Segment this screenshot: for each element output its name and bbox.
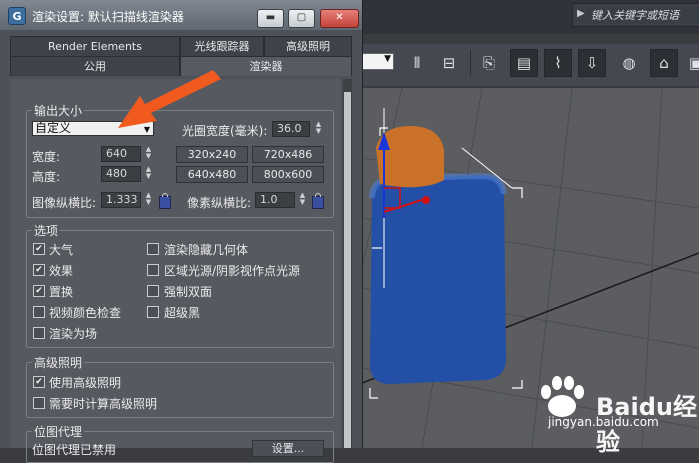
- displacement-label: 置换: [49, 285, 74, 299]
- effects-label: 效果: [49, 264, 74, 278]
- width-label: 宽度:: [32, 150, 61, 164]
- render-to-fields-label: 渲染为场: [49, 327, 98, 341]
- height-spinner[interactable]: ▲ ▼: [144, 166, 153, 182]
- height-field[interactable]: 480: [101, 166, 141, 182]
- options-title: 选项: [32, 222, 61, 239]
- super-black-label: 超级黑: [164, 306, 201, 320]
- bitmap-proxy-settings-button[interactable]: 设置...: [252, 440, 324, 457]
- tab-render-elements[interactable]: Render Elements: [10, 36, 180, 56]
- orange-teapot-object: [376, 126, 444, 188]
- mirror-icon[interactable]: ⫴: [404, 50, 430, 76]
- pixel-aspect-field[interactable]: 1.0: [255, 192, 295, 208]
- output-size-preset-dropdown[interactable]: 自定义 ▼: [32, 121, 154, 136]
- video-color-check-label: 视频颜色检查: [49, 306, 122, 320]
- pixel-aspect-label: 像素纵横比:: [187, 196, 252, 210]
- bitmap-proxy-title: 位图代理: [32, 423, 85, 440]
- advanced-lighting-title: 高级照明: [32, 354, 85, 371]
- pixel-lock-icon[interactable]: [312, 193, 324, 209]
- checkbox-atmospherics[interactable]: ✔: [33, 243, 45, 255]
- schematic-view-icon[interactable]: ⇩: [578, 49, 606, 77]
- checkbox-super-black[interactable]: [147, 306, 159, 318]
- scene-explorer-icon[interactable]: ▤: [510, 49, 538, 77]
- close-button[interactable]: ✕: [320, 9, 359, 28]
- compute-when-required-label: 需要时计算高级照明: [49, 397, 158, 411]
- search-input[interactable]: 键入关键字或短语: [591, 7, 679, 23]
- checkbox-render-to-fields[interactable]: [33, 327, 45, 339]
- toolbar-separator: [470, 50, 471, 76]
- search-expand-icon[interactable]: ▶: [577, 8, 585, 19]
- render-setup-icon[interactable]: ⌂: [650, 49, 678, 77]
- curve-editor-icon[interactable]: ⌇: [544, 49, 572, 77]
- tab-raytracer[interactable]: 光线跟踪器: [180, 36, 264, 56]
- width-spinner[interactable]: ▲ ▼: [144, 146, 153, 162]
- tab-renderer[interactable]: 渲染器: [180, 56, 352, 76]
- preset-button-320x240[interactable]: 320x240: [176, 146, 248, 163]
- layer-manager-icon[interactable]: ⎘: [476, 50, 502, 76]
- checkbox-area-lights-as-points[interactable]: [147, 264, 159, 276]
- tab-row-lower: 公用 渲染器: [10, 56, 352, 76]
- checkbox-render-hidden-geometry[interactable]: [147, 243, 159, 255]
- aperture-spinner[interactable]: ▲ ▼: [314, 121, 323, 137]
- material-editor-icon[interactable]: ◍: [616, 50, 642, 76]
- image-aspect-field[interactable]: 1.333: [101, 192, 141, 208]
- chevron-down-icon: ▼: [143, 125, 150, 134]
- checkbox-force-2-sided[interactable]: [147, 285, 159, 297]
- preset-button-800x600[interactable]: 800x600: [252, 166, 324, 183]
- x-axis-gizmo-icon: [422, 196, 430, 204]
- align-icon[interactable]: ⊟: [436, 50, 462, 76]
- force-2-sided-label: 强制双面: [164, 285, 213, 299]
- maximize-button[interactable]: ▢: [288, 9, 315, 28]
- watermark-url: jingyan.baidu.com: [548, 415, 659, 429]
- tab-advanced-lighting[interactable]: 高级照明: [264, 36, 352, 56]
- preset-button-720x486[interactable]: 720x486: [252, 146, 324, 163]
- render-frame-icon[interactable]: ▣: [683, 50, 699, 76]
- lock-icon[interactable]: [159, 193, 171, 209]
- output-size-title: 输出大小: [32, 102, 85, 119]
- dialog-titlebar[interactable]: G 渲染设置: 默认扫描线渲染器 ▬ ▢ ✕: [0, 0, 362, 30]
- scrollbar-thumb[interactable]: [344, 92, 351, 448]
- minimize-button[interactable]: ▬: [257, 9, 284, 28]
- height-label: 高度:: [32, 170, 61, 184]
- use-advanced-lighting-label: 使用高级照明: [49, 376, 122, 390]
- image-aspect-spinner[interactable]: ▲ ▼: [144, 192, 153, 208]
- aperture-label: 光圈宽度(毫米):: [182, 124, 268, 138]
- preset-button-640x480[interactable]: 640x480: [176, 166, 248, 183]
- selection-filter-dropdown[interactable]: ▼: [362, 53, 394, 70]
- bitmap-proxy-status: 位图代理已禁用: [32, 443, 117, 457]
- checkbox-compute-when-required[interactable]: [33, 397, 45, 409]
- search-box[interactable]: ▶ 键入关键字或短语: [572, 3, 699, 27]
- app-logo-icon: G: [8, 7, 26, 25]
- pixel-aspect-spinner[interactable]: ▲ ▼: [298, 192, 307, 208]
- aperture-field[interactable]: 36.0: [272, 121, 310, 137]
- checkbox-video-color-check[interactable]: [33, 306, 45, 318]
- render-setup-dialog: G 渲染设置: 默认扫描线渲染器 ▬ ▢ ✕ Render Elements 光…: [0, 0, 363, 463]
- tab-common[interactable]: 公用: [10, 56, 180, 76]
- image-aspect-label: 图像纵横比:: [32, 196, 97, 210]
- checkbox-displacement[interactable]: ✔: [33, 285, 45, 297]
- dialog-title: 渲染设置: 默认扫描线渲染器: [32, 10, 184, 24]
- preset-value: 自定义: [35, 121, 72, 135]
- area-lights-as-points-label: 区域光源/阴影视作点光源: [164, 264, 301, 278]
- render-hidden-geometry-label: 渲染隐藏几何体: [164, 243, 249, 257]
- checkbox-use-advanced-lighting[interactable]: ✔: [33, 376, 45, 388]
- atmospherics-label: 大气: [49, 243, 74, 257]
- blue-box-object: [370, 176, 506, 384]
- checkbox-effects[interactable]: ✔: [33, 264, 45, 276]
- width-field[interactable]: 640: [101, 146, 141, 162]
- tab-row-upper: Render Elements 光线跟踪器 高级照明: [10, 36, 352, 56]
